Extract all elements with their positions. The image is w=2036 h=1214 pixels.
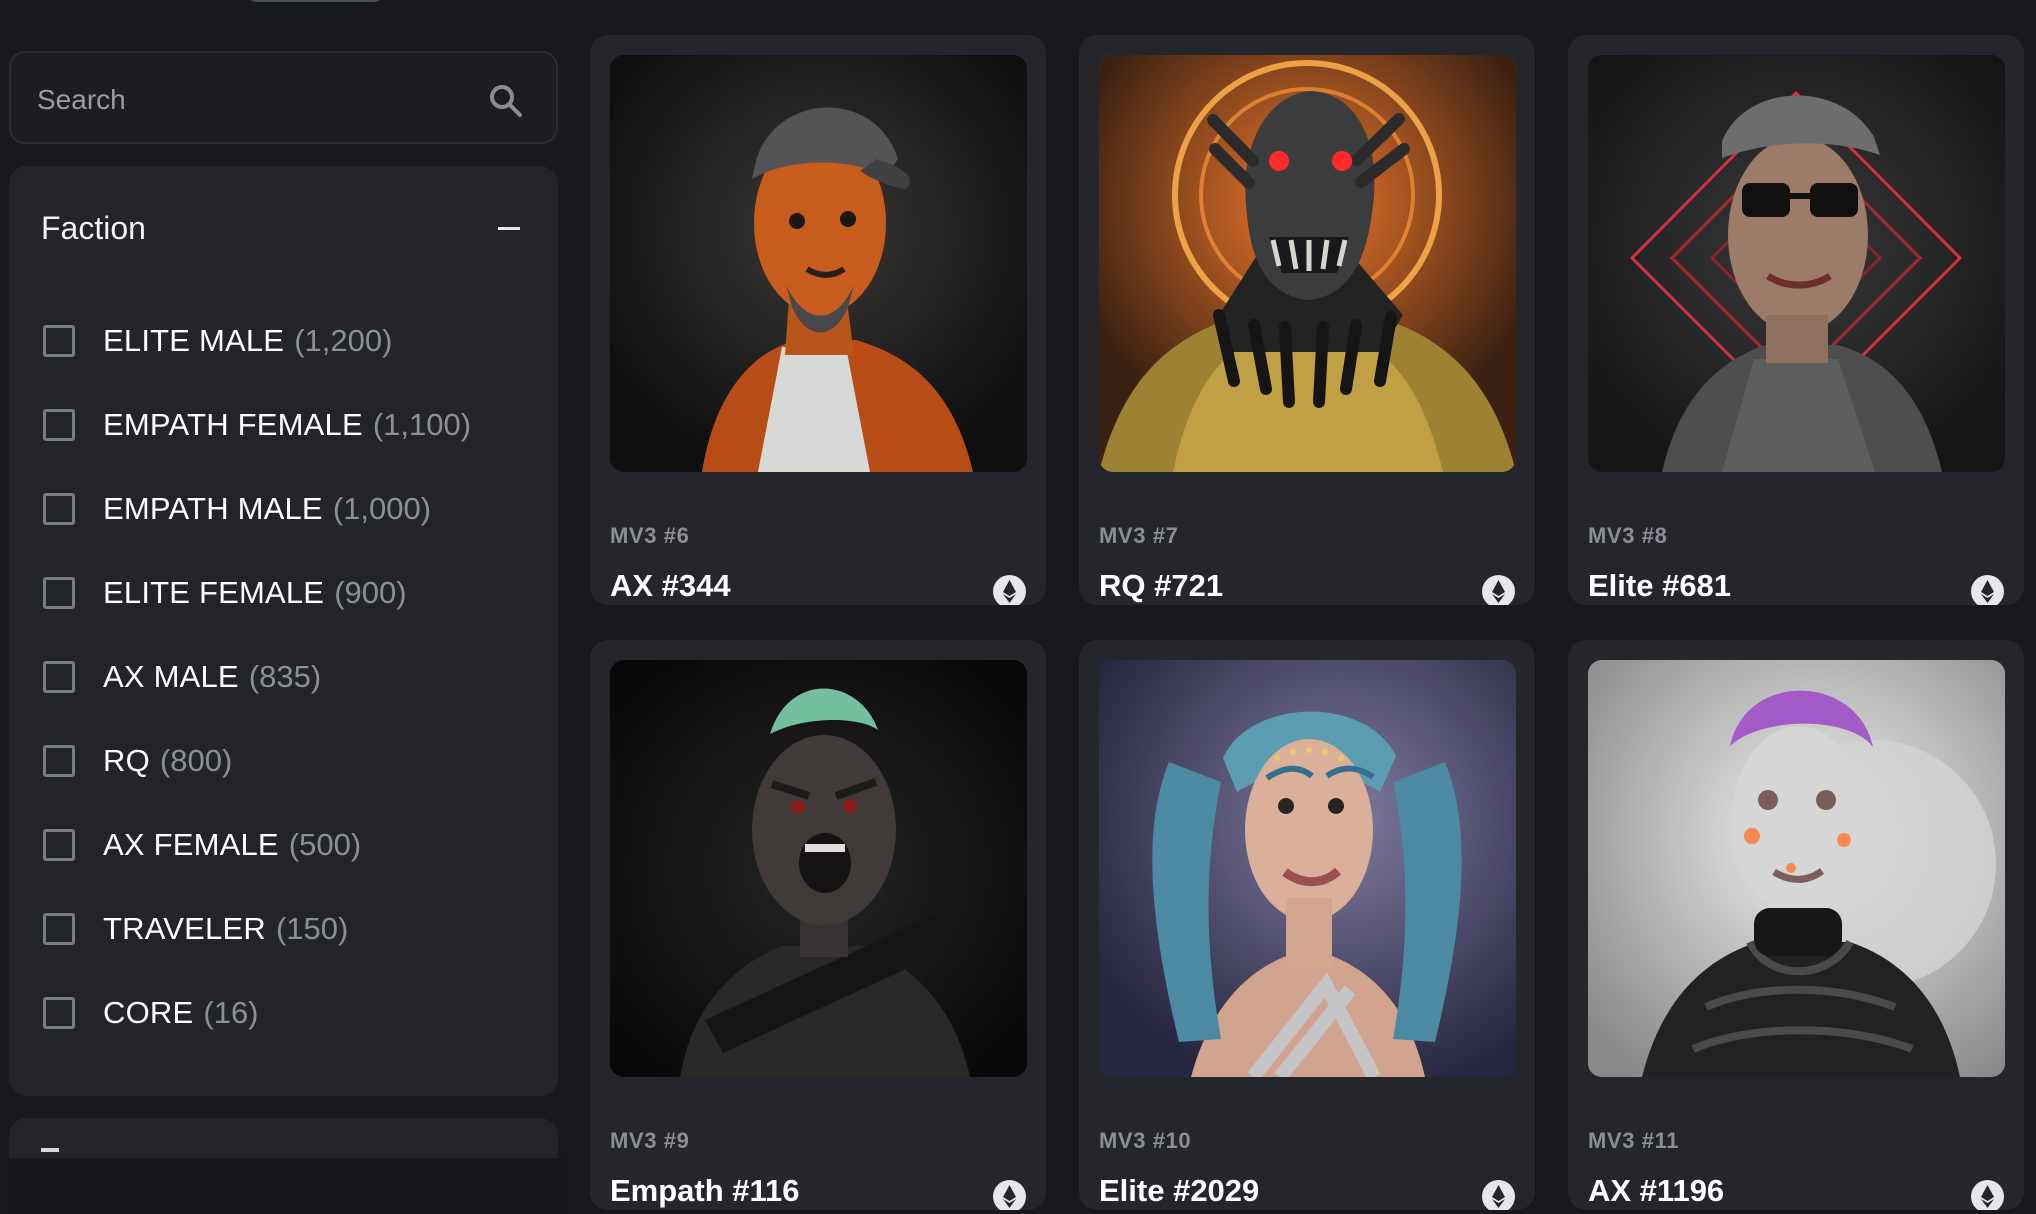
filter-option-count: (800): [159, 743, 233, 778]
checkbox[interactable]: [43, 493, 75, 525]
nft-name: AX #1196: [1588, 1173, 1725, 1208]
nft-card[interactable]: MV3 #6 AX #344: [590, 35, 1046, 605]
filter-option-empath-male[interactable]: EMPATH MALE (1,000): [43, 484, 431, 534]
filter-option-count: (900): [334, 575, 407, 610]
search-icon[interactable]: [486, 81, 526, 121]
ethereum-icon: [1971, 1180, 2004, 1210]
checkbox[interactable]: [43, 829, 75, 861]
filter-option-count: (500): [288, 827, 362, 862]
nft-avatar-image[interactable]: [1099, 55, 1516, 472]
nft-name: Elite #681: [1588, 568, 1732, 603]
filter-option-count: (1,000): [332, 491, 432, 526]
nft-avatar-image[interactable]: [610, 660, 1027, 1077]
collapse-minus-icon[interactable]: [498, 227, 520, 230]
nft-avatar-image[interactable]: [610, 55, 1027, 472]
filter-option-ax-male[interactable]: AX MALE (835): [43, 652, 321, 702]
nft-collection-id: MV3 #7: [1099, 523, 1179, 548]
sidebar-bottom-overlay: [8, 1158, 568, 1214]
ethereum-icon: [1971, 575, 2004, 605]
filter-option-rq[interactable]: RQ (800): [43, 736, 232, 786]
nft-card[interactable]: MV3 #7 RQ #721: [1079, 35, 1535, 605]
checkbox[interactable]: [43, 661, 75, 693]
filter-option-elite-female[interactable]: ELITE FEMALE (900): [43, 568, 407, 618]
filter-option-label: CORE: [103, 995, 194, 1030]
filter-option-core[interactable]: CORE (16): [43, 988, 259, 1038]
filter-option-label: AX FEMALE: [103, 827, 279, 862]
filter-option-count: (16): [203, 995, 259, 1030]
checkbox[interactable]: [43, 913, 75, 945]
ethereum-icon: [993, 1180, 1026, 1210]
nft-avatar-image[interactable]: [1099, 660, 1516, 1077]
nft-collection-id: MV3 #11: [1588, 1128, 1680, 1153]
filter-option-label: TRAVELER: [103, 911, 266, 946]
filter-option-label: ELITE MALE: [103, 323, 285, 358]
filter-option-count: (835): [248, 659, 322, 694]
checkbox[interactable]: [43, 745, 75, 777]
filter-option-label: ELITE FEMALE: [103, 575, 325, 610]
filter-option-empath-female[interactable]: EMPATH FEMALE (1,100): [43, 400, 471, 450]
filter-option-count: (1,200): [294, 323, 393, 358]
filter-option-elite-male[interactable]: ELITE MALE (1,200): [43, 316, 392, 366]
filter-option-label: RQ: [103, 743, 150, 778]
nft-avatar-image[interactable]: [1588, 660, 2005, 1077]
ethereum-icon: [1482, 575, 1515, 605]
nft-card[interactable]: MV3 #10 Elite #2029: [1079, 640, 1535, 1210]
nft-collection-id: MV3 #10: [1099, 1128, 1192, 1153]
nft-card[interactable]: MV3 #8 Elite #681: [1568, 35, 2024, 605]
next-filter-panel[interactable]: [9, 1118, 558, 1158]
checkbox[interactable]: [43, 409, 75, 441]
filter-option-traveler[interactable]: TRAVELER (150): [43, 904, 348, 954]
checkbox[interactable]: [43, 997, 75, 1029]
ethereum-icon: [993, 575, 1026, 605]
faction-filter-panel: Faction ELITE MALE (1,200) EMPATH FEMALE…: [9, 166, 558, 1096]
filter-option-label: EMPATH MALE: [103, 491, 323, 526]
next-filter-title-fragment: [41, 1148, 59, 1152]
nft-name: Empath #116: [610, 1173, 800, 1208]
checkbox[interactable]: [43, 577, 75, 609]
faction-title: Faction: [41, 210, 146, 246]
nft-name: AX #344: [610, 568, 731, 603]
filter-option-ax-female[interactable]: AX FEMALE (500): [43, 820, 361, 870]
nft-collection-id: MV3 #6: [610, 523, 690, 548]
nft-card-grid: MV3 #6 AX #344 MV3 #7 RQ #721 MV3 #8 Eli…: [590, 0, 2036, 1214]
checkbox[interactable]: [43, 325, 75, 357]
nft-card[interactable]: MV3 #11 AX #1196: [1568, 640, 2024, 1210]
filter-option-count: (150): [275, 911, 349, 946]
filter-option-label: EMPATH FEMALE: [103, 407, 363, 442]
nft-avatar-image[interactable]: [1588, 55, 2005, 472]
nft-marketplace-page: Faction ELITE MALE (1,200) EMPATH FEMALE…: [0, 0, 2036, 1214]
ethereum-icon: [1482, 1180, 1515, 1210]
nft-collection-id: MV3 #9: [610, 1128, 690, 1153]
filter-option-label: AX MALE: [103, 659, 239, 694]
search-input[interactable]: [35, 71, 469, 129]
nft-name: RQ #721: [1099, 568, 1224, 603]
faction-filter-header[interactable]: Faction: [9, 166, 558, 296]
nft-name: Elite #2029: [1099, 1173, 1260, 1208]
nft-collection-id: MV3 #8: [1588, 523, 1668, 548]
nft-card[interactable]: MV3 #9 Empath #116: [590, 640, 1046, 1210]
filter-sidebar: Faction ELITE MALE (1,200) EMPATH FEMALE…: [8, 0, 568, 1214]
search-box[interactable]: [9, 51, 558, 144]
filter-option-count: (1,100): [372, 407, 472, 442]
